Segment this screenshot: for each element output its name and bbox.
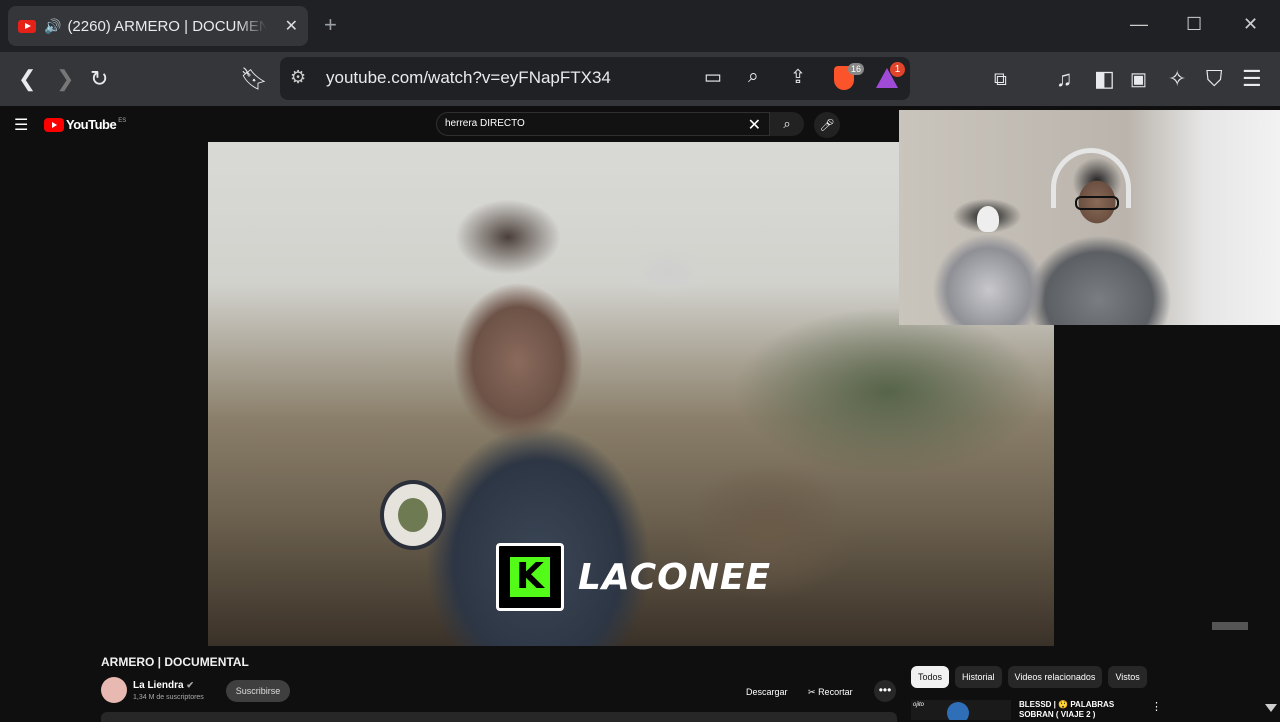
chip-videos-relacionados[interactable]: Videos relacionados [1007,666,1103,688]
leo-icon[interactable]: ✧ [1168,66,1186,92]
new-tab-button[interactable]: + [324,12,337,38]
glasses [1075,196,1119,210]
channel-avatar[interactable] [101,677,127,703]
more-actions-button[interactable]: ••• [874,680,896,702]
chip-vistos[interactable]: Vistos [1108,666,1147,688]
reload-icon[interactable]: ↻ [90,66,108,92]
shields-count-badge: 16 [848,63,865,75]
clear-search-icon[interactable]: ✕ [748,115,761,135]
thumbnail-face [947,702,969,720]
uniform-patch [380,480,446,550]
recommended-thumbnail[interactable]: ojito [911,700,1011,720]
browser-tab-bar: 🔊 (2260) ARMERO | DOCUMENTAL - YouTube ✕… [0,0,1280,52]
recommended-title[interactable]: BLESSD | 😲 PALABRAS SOBRAN ( VIAJE 2 ) [1019,700,1149,720]
bookmark-icon[interactable]: 🔖︎ [240,66,268,92]
youtube-favicon-icon [18,19,36,33]
tab-title: (2260) ARMERO | DOCUMENTAL - YouTube [67,17,268,35]
guide-menu-icon[interactable]: ☰ [14,115,28,135]
search-button[interactable]: ⌕ [770,112,804,136]
verified-icon: ✔ [186,680,194,690]
region-code: ES [118,117,127,124]
clip-label: Recortar [818,687,853,697]
close-window-button[interactable]: ✕ [1243,14,1258,35]
vpn-icon[interactable]: ⛉ [1206,66,1223,92]
browser-tab-active[interactable]: 🔊 (2260) ARMERO | DOCUMENTAL - YouTube ✕ [8,6,308,46]
recommended-more-icon[interactable]: ⋮ [1151,700,1162,713]
video-title: ARMERO | DOCUMENTAL [101,655,249,669]
scissors-icon: ✂ [808,687,816,697]
share-icon[interactable]: ⇪ [790,66,806,89]
video-watermark [1212,622,1248,630]
channel-name[interactable]: La Liendra ✔ [133,680,194,691]
download-button[interactable]: Descargar [746,682,788,702]
streamer-name: LACONEE [578,556,772,598]
youtube-logo[interactable]: YouTube ES [44,117,126,132]
skull-figure [977,206,999,232]
search-query[interactable]: herrera DIRECTO [445,118,525,129]
forward-icon[interactable]: ❯ [56,66,74,92]
maximize-button[interactable]: ☐ [1186,14,1202,35]
recommended-video[interactable]: ojito BLESSD | 😲 PALABRAS SOBRAN ( VIAJE… [911,698,1171,720]
address-bar[interactable]: ⚙ youtube.com/watch?v=eyFNapFTX34 ▭ ⌕ ⇪ … [280,57,910,100]
sidebar-icon[interactable]: ◧ [1094,66,1115,92]
back-icon[interactable]: ❮ [18,66,36,92]
menu-icon[interactable]: ☰ [1242,66,1262,92]
streamer-overlay: K LACONEE [496,542,771,612]
site-settings-icon[interactable]: ⚙ [290,67,306,88]
scroll-down-arrow[interactable] [1265,704,1277,712]
clip-button[interactable]: ✂ Recortar [808,682,853,702]
media-icon[interactable]: ♫ [1056,66,1073,92]
youtube-logo-text: YouTube [66,117,117,132]
voice-search-icon[interactable]: 🎤︎ [814,112,840,138]
youtube-play-icon [44,117,64,132]
minimize-button[interactable]: — [1130,14,1148,35]
subscribe-button[interactable]: Suscribirse [226,680,290,702]
kick-logo-icon: K [496,543,564,611]
subscriber-count: 1,34 M de suscriptores [133,694,204,701]
screenshot-icon[interactable]: ⧉ [994,66,1007,92]
kick-letter: K [510,557,550,597]
related-filter-chips: Todos Historial Videos relacionados Vist… [911,666,1147,688]
cast-icon[interactable]: ▭ [704,66,722,89]
chip-todos[interactable]: Todos [911,666,950,688]
youtube-masthead: ☰ YouTube ES herrera DIRECTO ✕ ⌕ 🎤︎ [0,106,900,144]
description-box[interactable] [101,712,897,722]
channel-name-text[interactable]: La Liendra [133,680,184,691]
zoom-icon[interactable]: ⌕ [748,66,759,88]
chip-historial[interactable]: Historial [955,666,1002,688]
rewards-count-badge: 1 [890,62,905,77]
thumbnail-label: ojito [913,702,925,708]
webcam-overlay [899,110,1280,325]
url-text[interactable]: youtube.com/watch?v=eyFNapFTX34 [326,68,611,88]
tab-close-icon[interactable]: ✕ [285,16,298,36]
search-input[interactable]: herrera DIRECTO ✕ [436,112,770,136]
audio-playing-icon[interactable]: 🔊 [44,18,61,35]
wallet-icon[interactable]: ▣ [1130,66,1147,92]
